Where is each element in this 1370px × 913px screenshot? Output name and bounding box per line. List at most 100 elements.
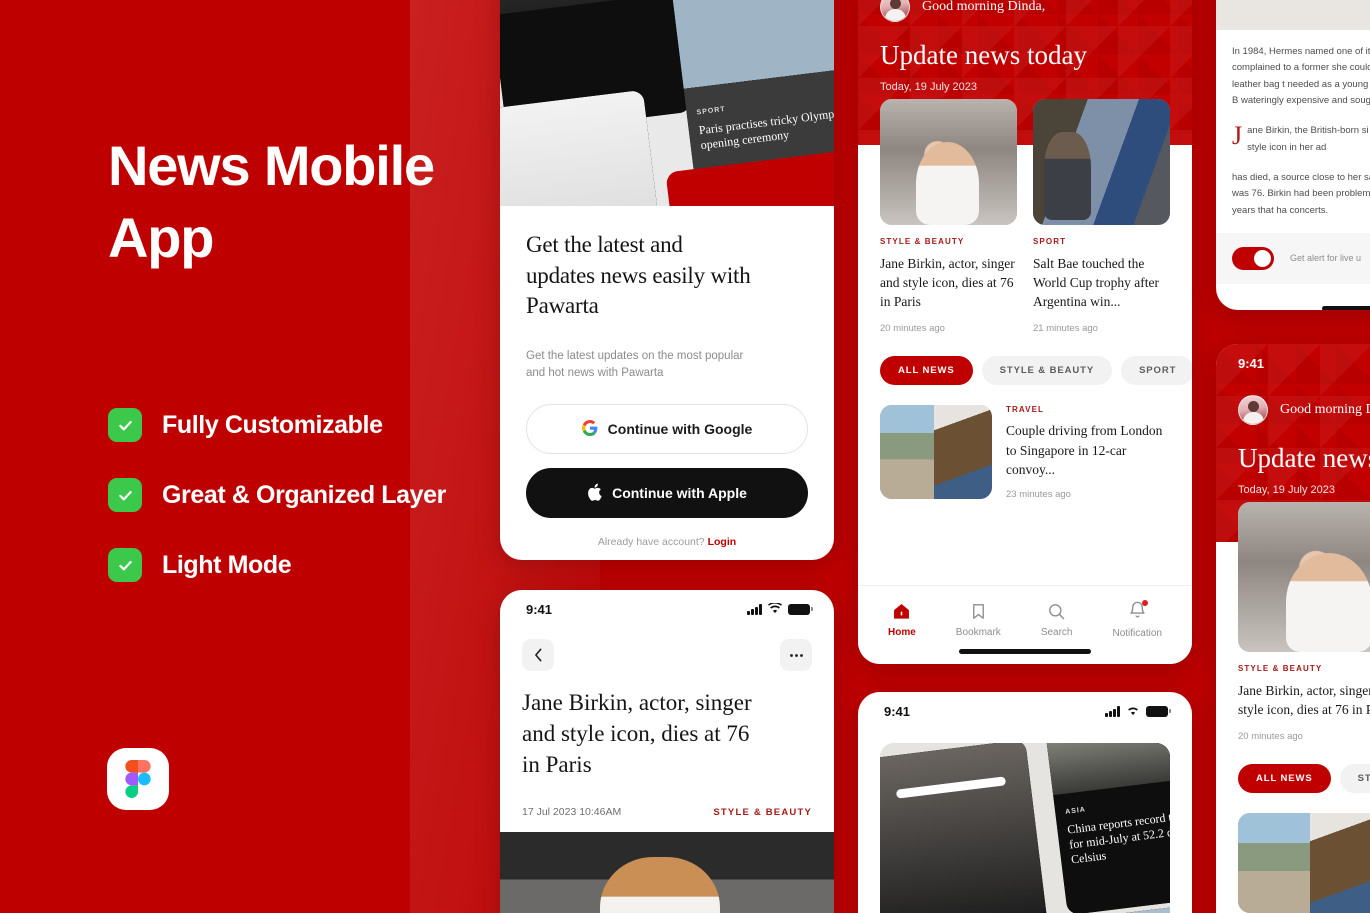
wifi-icon: [768, 602, 782, 617]
tab-search[interactable]: Search: [1041, 602, 1073, 638]
onboarding-hero-image: ASIA North Korea leader's sister Kim Yo …: [500, 0, 834, 206]
check-icon: [108, 478, 142, 512]
featured-headline: Jane Birkin, actor, singer and style ico…: [880, 256, 1015, 310]
reading-body: In 1984, Hermes named one of its after s…: [1216, 30, 1370, 219]
collage-photo: [500, 89, 660, 206]
home-date: Today, 19 July 2023: [880, 81, 978, 93]
list-item[interactable]: [1216, 793, 1370, 913]
featured-headline: Jane Birkin, actor, singer and style ico…: [1238, 683, 1370, 718]
list-item-headline: Couple driving from London to Singapore …: [1006, 423, 1163, 477]
collage-card: ASIA China reports record temperature fo…: [1045, 743, 1170, 913]
onboarding-screen: ASIA North Korea leader's sister Kim Yo …: [500, 0, 834, 560]
tab-bookmark[interactable]: Bookmark: [956, 602, 1001, 638]
home-icon: [894, 603, 910, 619]
pill-all-news[interactable]: ALL NEWS: [1238, 764, 1331, 794]
reading-paragraph-1: In 1984, Hermes named one of its after s…: [1232, 46, 1370, 106]
signal-icon: [747, 604, 762, 615]
feature-label: Fully Customizable: [162, 410, 383, 439]
tab-home-label: Home: [888, 626, 916, 638]
category-filter-bar[interactable]: ALL NEWS STYLE &: [1216, 742, 1370, 794]
home-indicator: [1322, 305, 1370, 310]
status-icons: [1105, 704, 1171, 719]
drop-cap: J: [1232, 121, 1243, 151]
pill-all-news[interactable]: ALL NEWS: [880, 356, 973, 386]
status-time: 9:41: [1238, 356, 1265, 371]
article-reading-screen: In 1984, Hermes named one of its after s…: [1216, 0, 1370, 310]
featured-card[interactable]: STYLE & BEAUTY Jane Birkin, actor, singe…: [880, 99, 1017, 334]
category-filter-bar[interactable]: ALL NEWS STYLE & BEAUTY SPORT BUSIN: [858, 334, 1192, 386]
list-item-image: [1238, 813, 1370, 913]
article-title: Jane Birkin, actor, singer and style ico…: [522, 690, 752, 778]
home-title: Update news today: [880, 40, 1087, 70]
tab-home[interactable]: Home: [888, 602, 916, 638]
status-bar: 9:41: [500, 590, 834, 623]
avatar[interactable]: [880, 0, 910, 22]
chevron-left-icon: [534, 648, 541, 662]
apple-button-label: Continue with Apple: [612, 485, 747, 502]
article-toolbar: [500, 623, 834, 671]
tab-bookmark-label: Bookmark: [955, 626, 1001, 638]
battery-icon: [1146, 706, 1171, 717]
live-alert-row: Get alert for live u: [1216, 232, 1370, 284]
apple-icon: [587, 483, 602, 504]
article-photo: [500, 832, 834, 913]
continue-with-apple-button[interactable]: Continue with Apple: [526, 468, 808, 519]
home-screen-partial: 9:41 Good morning Dinda Update news too …: [1216, 344, 1370, 913]
more-options-button[interactable]: [780, 639, 812, 671]
pill-style-beauty[interactable]: STYLE & BEAUTY: [981, 356, 1113, 386]
greeting-row: Good morning Dinda: [1216, 371, 1370, 425]
featured-card[interactable]: STYLE & BEAUTY Jane Birkin, actor, singe…: [1238, 502, 1370, 742]
reading-photo: [1216, 0, 1370, 30]
continue-with-google-button[interactable]: Continue with Google: [526, 404, 808, 455]
status-bar: 9:41: [1216, 344, 1370, 371]
feature-list: Fully Customizable Great & Organized Lay…: [108, 408, 446, 618]
google-icon: [581, 419, 598, 439]
notification-badge: [1141, 600, 1148, 606]
list-item-body: TRAVEL Couple driving from London to Sin…: [1006, 405, 1170, 499]
featured-image: [1238, 502, 1370, 652]
featured-image: [1033, 99, 1170, 225]
bottom-nav-wrap: Home Bookmark Search Notification: [858, 585, 1192, 664]
gallery-screen: 9:41 ASIA North Korea leader's sister Ki…: [858, 692, 1192, 913]
tab-notification[interactable]: Notification: [1113, 600, 1162, 639]
greeting-row: Good morning Dinda,: [858, 0, 1192, 22]
check-icon: [108, 408, 142, 442]
reading-paragraph-2: J ane Birkin, the British-born si became…: [1232, 123, 1370, 156]
pill-style-beauty[interactable]: STYLE &: [1339, 764, 1370, 794]
featured-card[interactable]: SPORT Salt Bae touched the World Cup tro…: [1033, 99, 1170, 334]
google-button-label: Continue with Google: [607, 421, 753, 438]
bottom-navigation: Home Bookmark Search Notification: [858, 585, 1192, 645]
home-title: Update news too: [1238, 443, 1370, 473]
featured-news-row: STYLE & BEAUTY Jane Birkin, actor, singe…: [858, 99, 1192, 334]
list-item[interactable]: TRAVEL Couple driving from London to Sin…: [858, 385, 1192, 500]
battery-icon: [788, 604, 813, 615]
login-prompt-text: Already have account?: [597, 536, 705, 549]
live-alert-toggle[interactable]: [1232, 246, 1274, 270]
back-button[interactable]: [522, 639, 554, 671]
list-item-time: 23 minutes ago: [1006, 488, 1071, 500]
login-prompt: Already have account? Login: [526, 536, 808, 548]
featured-headline: Salt Bae touched the World Cup trophy af…: [1033, 256, 1160, 310]
reading-paragraph-2-text: ane Birkin, the British-born si became a…: [1247, 125, 1370, 153]
status-time: 9:41: [884, 704, 911, 719]
home-date: Today, 19 July 2023: [1238, 484, 1336, 496]
bookmark-icon: [972, 603, 984, 619]
tab-notification-label: Notification: [1112, 628, 1162, 639]
featured-category: STYLE & BEAUTY: [880, 237, 965, 246]
feature-label: Great & Organized Layer: [162, 480, 446, 509]
news-collage: ASIA North Korea leader's sister Kim Yo …: [500, 0, 834, 206]
home-indicator-wrap: [858, 645, 1192, 664]
login-link[interactable]: Login: [708, 536, 737, 548]
status-time: 9:41: [526, 602, 553, 617]
reading-paragraph-3: has died, a source close to her sa 16). …: [1232, 171, 1370, 216]
tab-search-label: Search: [1040, 626, 1073, 638]
onboarding-body: Get the latest and updates news easily w…: [500, 206, 834, 560]
avatar[interactable]: [1238, 395, 1268, 425]
list-item-category: TRAVEL: [1006, 405, 1045, 415]
featured-time: 21 minutes ago: [1033, 323, 1098, 335]
pill-sport[interactable]: SPORT: [1121, 356, 1192, 386]
featured-category: SPORT: [1033, 237, 1067, 246]
featured-category: STYLE & BEAUTY: [1238, 664, 1323, 673]
more-horizontal-icon: [789, 653, 803, 657]
article-detail-screen: 9:41 Jane Birkin, actor, singer and styl…: [500, 590, 834, 913]
